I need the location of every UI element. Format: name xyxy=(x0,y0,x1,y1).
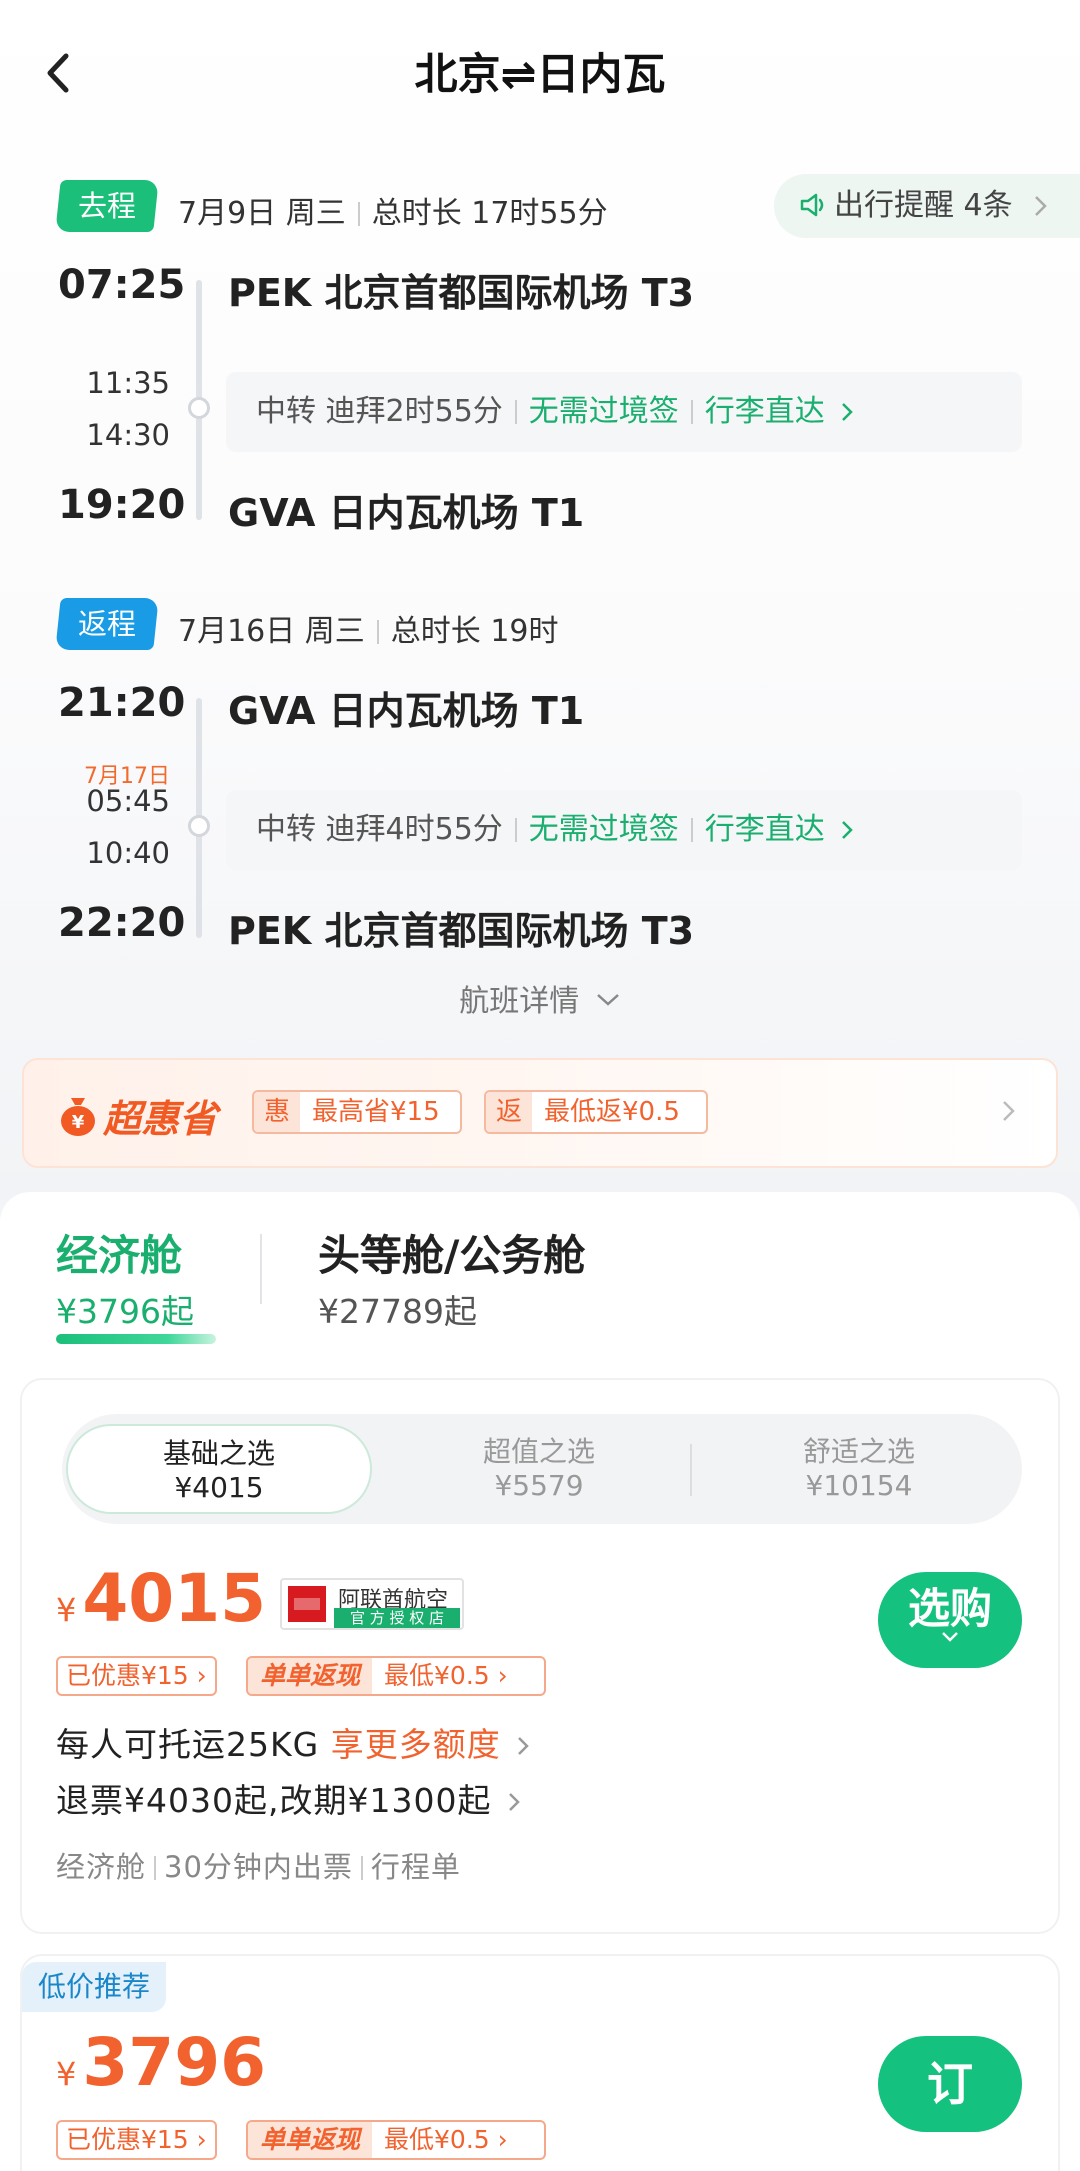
inbound-arrival-airport: PEK 北京首都国际机场 T3 xyxy=(228,909,695,953)
chevron-right-icon xyxy=(518,1737,529,1755)
fare1-price: ¥4015 xyxy=(56,1560,267,1637)
reminder-label: 出行提醒 4条 xyxy=(834,188,1013,223)
outbound-departure-airport: PEK 北京首都国际机场 T3 xyxy=(228,271,695,315)
inbound-tag: 返程 xyxy=(55,598,159,650)
outbound-visa: 无需过境签 xyxy=(528,394,679,429)
speaker-icon xyxy=(800,193,824,217)
fare2-discount-chip: 已优惠¥15 › xyxy=(56,2120,217,2160)
promo-logo: ¥ 超惠省 xyxy=(58,1088,217,1143)
flight-details-label: 航班详情 xyxy=(459,984,580,1019)
outbound-tag: 去程 xyxy=(55,180,159,232)
outbound-stop-dot xyxy=(188,397,210,419)
tab-economy[interactable]: 经济舱 ¥3796起 xyxy=(56,1222,194,1333)
money-bag-icon: ¥ xyxy=(61,1098,95,1136)
book-button[interactable]: 订 xyxy=(878,2036,1022,2132)
fare2-price: ¥3796 xyxy=(56,2024,267,2101)
outbound-baggage: 行李直达 xyxy=(704,394,825,429)
chevron-right-icon xyxy=(842,821,854,839)
flight-details-toggle[interactable]: 航班详情 xyxy=(0,976,1080,1020)
option-divider xyxy=(690,1444,692,1496)
chevron-right-icon xyxy=(1035,196,1047,216)
fare2-cashback-chip: 单单返现 最低¥0.5 › xyxy=(246,2120,546,2160)
chevron-right-icon xyxy=(842,403,854,421)
inbound-stop-departure: 10:40 xyxy=(86,836,170,870)
option-basic[interactable]: 基础之选 ¥4015 xyxy=(66,1424,372,1514)
page-title: 北京⇌日内瓦 xyxy=(414,50,666,100)
fare1-discount-chip: 已优惠¥15 › xyxy=(56,1656,217,1696)
inbound-info: 7月16日 周三 总时长 19时 xyxy=(178,606,559,650)
outbound-departure-time: 07:25 xyxy=(58,262,186,308)
outbound-date: 7月9日 周三 xyxy=(178,196,346,231)
fare1-baggage[interactable]: 每人可托运25KG 享更多额度 xyxy=(56,1718,530,1766)
fare1-meta: 经济舱 30分钟内出票 行程单 xyxy=(56,1850,461,1884)
inbound-baggage: 行李直达 xyxy=(704,812,825,847)
tab-divider xyxy=(260,1234,262,1304)
inbound-arrival-time: 22:20 xyxy=(58,900,186,946)
inbound-duration: 总时长 19时 xyxy=(390,614,559,649)
airline-logo-icon xyxy=(288,1586,326,1622)
svg-text:¥: ¥ xyxy=(72,1112,85,1133)
outbound-stop-departure: 14:30 xyxy=(86,418,170,452)
airline-badge: 阿联酋航空 官 方 授 权 店 xyxy=(280,1578,464,1630)
outbound-duration: 总时长 17时55分 xyxy=(371,196,608,231)
fare1-refund-rules[interactable]: 退票¥4030起,改期¥1300起 xyxy=(56,1774,521,1822)
travel-reminder-button[interactable]: 出行提醒 4条 xyxy=(774,174,1080,238)
inbound-date: 7月16日 周三 xyxy=(178,614,365,649)
inbound-departure-airport: GVA 日内瓦机场 T1 xyxy=(228,689,585,733)
tab-business[interactable]: 头等舱/公务舱 ¥27789起 xyxy=(318,1222,585,1333)
tab-active-indicator xyxy=(56,1334,216,1344)
outbound-transfer-info[interactable]: 中转 迪拜2时55分 无需过境签 行李直达 xyxy=(226,372,1022,452)
outbound-arrival-airport: GVA 日内瓦机场 T1 xyxy=(228,491,585,535)
inbound-visa: 无需过境签 xyxy=(528,812,679,847)
promo-title: 超惠省 xyxy=(103,1097,218,1141)
option-comfort[interactable]: 舒适之选 ¥10154 xyxy=(706,1424,1012,1514)
inbound-transfer-info[interactable]: 中转 迪拜4时55分 无需过境签 行李直达 xyxy=(226,790,1022,870)
option-value[interactable]: 超值之选 ¥5579 xyxy=(386,1424,692,1514)
promo-chip-save: 惠最高省¥15 xyxy=(252,1090,462,1134)
chevron-right-icon xyxy=(1003,1101,1015,1121)
chevron-down-icon xyxy=(596,994,619,1006)
fare1-cashback-chip: 单单返现 最低¥0.5 › xyxy=(246,1656,546,1696)
chevron-right-icon xyxy=(509,1793,520,1811)
low-price-tag: 低价推荐 xyxy=(22,1962,167,2012)
inbound-stop-arrival: 05:45 xyxy=(86,784,170,818)
inbound-departure-time: 21:20 xyxy=(58,680,186,726)
promo-chip-rebate: 返最低返¥0.5 xyxy=(484,1090,708,1134)
outbound-transfer-text: 中转 迪拜2时55分 xyxy=(256,394,503,429)
inbound-transfer-text: 中转 迪拜4时55分 xyxy=(256,812,503,847)
outbound-info: 7月9日 周三 总时长 17时55分 xyxy=(178,188,608,232)
outbound-arrival-time: 19:20 xyxy=(58,482,186,528)
tab-business-label: 头等舱/公务舱 xyxy=(318,1231,586,1280)
outbound-stop-arrival: 11:35 xyxy=(86,366,170,400)
inbound-stop-dot xyxy=(188,815,210,837)
tab-economy-label: 经济舱 xyxy=(56,1231,183,1280)
select-button[interactable]: 选购 xyxy=(878,1572,1022,1668)
tab-economy-price: ¥3796起 xyxy=(56,1292,194,1331)
tab-business-price: ¥27789起 xyxy=(318,1292,477,1331)
